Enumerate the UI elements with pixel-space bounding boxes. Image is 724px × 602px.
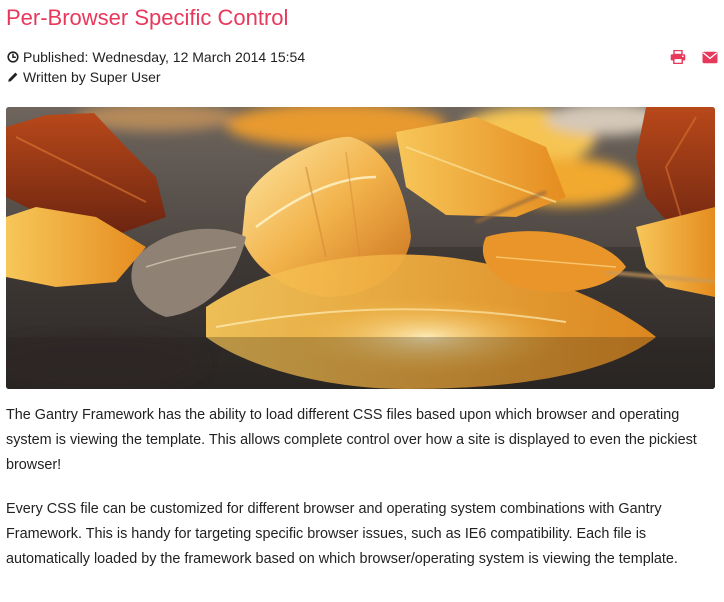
clock-icon: [6, 51, 19, 64]
envelope-icon: [702, 51, 718, 63]
article-title: Per-Browser Specific Control: [6, 5, 289, 30]
print-button[interactable]: [668, 48, 688, 66]
paragraph: Every CSS file can be customized for dif…: [6, 501, 678, 567]
article-actions: [668, 48, 720, 66]
article-published: Published: Wednesday, 12 March 2014 15:5…: [6, 47, 336, 67]
paragraph: The Gantry Framework has the ability to …: [6, 407, 697, 473]
article-author: Written by Super User: [6, 67, 336, 87]
author-name: Super User: [89, 69, 161, 85]
email-button[interactable]: [700, 48, 720, 66]
autumn-leaves-photo: [6, 107, 715, 389]
published-label: Published:: [23, 49, 89, 65]
author-label: Written by: [23, 69, 86, 85]
article: Per-Browser Specific Control Published: …: [0, 0, 724, 602]
pencil-icon: [6, 71, 19, 84]
published-date: Wednesday, 12 March 2014 15:54: [92, 49, 306, 65]
article-image: [6, 107, 715, 389]
print-icon: [670, 50, 686, 64]
